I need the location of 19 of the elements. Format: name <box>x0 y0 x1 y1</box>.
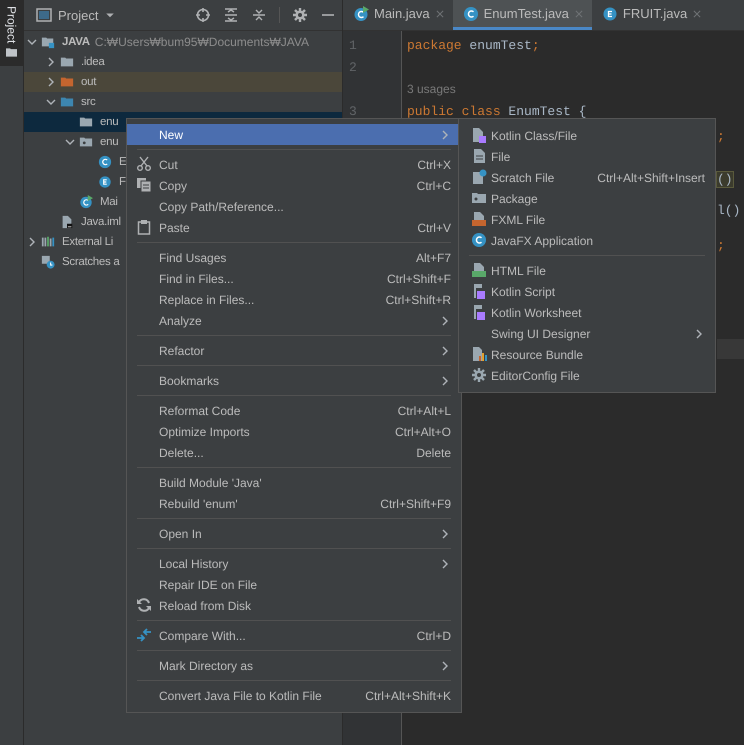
tree-item-label: enu <box>100 136 118 148</box>
code-line: package enumTest; <box>407 38 540 52</box>
code-line: public class EnumTest { <box>407 104 586 118</box>
tree-item-label: F <box>119 176 126 188</box>
code-fragment: l() <box>717 203 740 218</box>
tree-item-label: Java.iml <box>81 216 121 228</box>
tree-item-label: E <box>119 156 126 168</box>
tree-item-label: src <box>81 96 96 108</box>
tree-item-label: Scratches a <box>62 256 120 268</box>
code-fragment: ; <box>717 129 725 144</box>
path-label: C:₩Users₩bum95₩Documents₩JAVA <box>94 35 310 49</box>
code-fragment: () <box>717 172 733 187</box>
code-fragment: ; <box>717 238 725 253</box>
tree-item-label: JAVA <box>62 36 90 48</box>
tree-item-label: out <box>81 76 96 88</box>
tree-item-label: External Li <box>62 236 114 248</box>
tree-item-label: Mai <box>100 196 118 208</box>
tree-item-label: .idea <box>81 56 104 68</box>
tree-item-label: enu <box>100 116 118 128</box>
